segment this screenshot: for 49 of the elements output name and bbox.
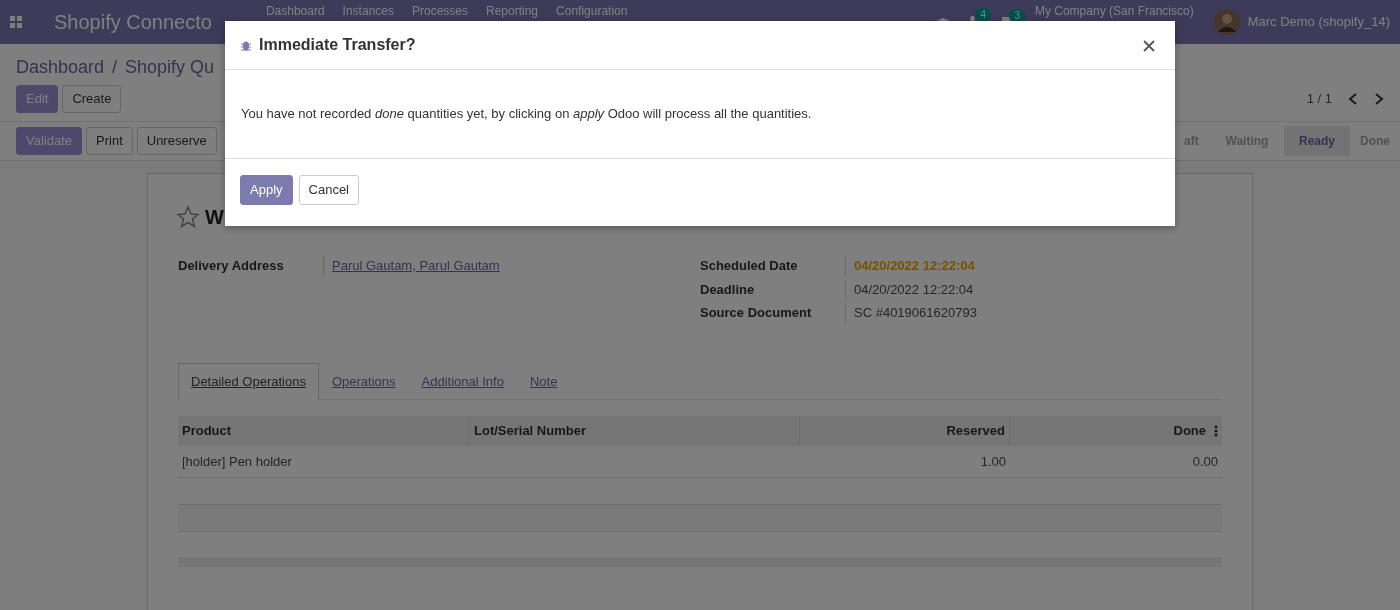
table-cell: [holder] Pen holder — [178, 445, 470, 478]
table-cell: 0.00 — [1010, 445, 1222, 478]
menu-item[interactable]: Reporting — [486, 4, 539, 19]
status-stage[interactable]: Ready — [1284, 126, 1350, 156]
menu-item[interactable]: Dashboard — [265, 4, 325, 19]
column-header: Reserved — [800, 416, 1010, 446]
apps-menu-icon[interactable] — [10, 16, 22, 28]
app-title: Shopify Connecto — [54, 10, 212, 35]
table-cell: 1.00 — [800, 445, 1010, 478]
star-icon[interactable] — [176, 205, 200, 229]
dialog-message: You have not recorded done quantities yet, by clicking on apply Odoo will process all the quantities. — [241, 105, 813, 123]
dialog-button[interactable]: Cancel — [298, 174, 359, 205]
record-title: W — [205, 205, 224, 230]
user-name[interactable]: Marc Demo (shopify_14) — [1247, 12, 1390, 32]
breadcrumb-separator: / — [112, 56, 118, 79]
bug-icon — [241, 39, 251, 51]
menu-item[interactable]: Processes — [412, 4, 468, 19]
company-switcher[interactable]: My Company (San Francisco) — [1034, 4, 1194, 19]
dialog-button[interactable]: Apply — [240, 174, 293, 205]
column-header: Product — [178, 416, 470, 446]
next-icon[interactable] — [1374, 93, 1384, 105]
breadcrumb-item: Shopify Qu — [125, 56, 215, 79]
breadcrumb-item[interactable]: Dashboard — [16, 54, 105, 81]
action-button[interactable]: Print — [86, 127, 133, 155]
dialog-title: Immediate Transfer? — [259, 35, 416, 55]
kebab-menu-icon[interactable] — [1214, 424, 1218, 437]
avatar[interactable] — [1213, 9, 1240, 35]
tab[interactable]: Detailed Operations — [178, 362, 319, 400]
field-label: Delivery Address — [178, 257, 285, 275]
menu-item[interactable]: Configuration — [556, 4, 628, 19]
column-header: Done — [1173, 422, 1206, 440]
field-label: Deadline — [700, 280, 756, 299]
field-label: Source Document — [700, 304, 813, 322]
field-value: 04/20/2022 12:22:04 — [845, 256, 975, 276]
field-label: Scheduled Date — [700, 257, 799, 275]
field-value: SC #4019061620793 — [845, 303, 977, 323]
menu-item[interactable]: Instances — [342, 4, 394, 19]
field-value: 04/20/2022 12:22:04 — [845, 279, 974, 299]
tab[interactable]: Additional Info — [408, 362, 517, 399]
pager-value: 1 / 1 — [1306, 90, 1332, 109]
previous-icon[interactable] — [1348, 93, 1358, 105]
field-value[interactable]: Parul Gautam, Parul Gautam — [323, 256, 500, 276]
close-icon — [1143, 40, 1155, 53]
column-header: Lot/Serial Number — [470, 416, 800, 446]
tab[interactable]: Operations — [318, 362, 409, 399]
tab[interactable]: Note — [516, 362, 571, 399]
create-button[interactable]: Create — [62, 85, 122, 113]
activity-count: 4 — [975, 8, 991, 22]
action-button[interactable]: Unreserve — [136, 127, 217, 155]
